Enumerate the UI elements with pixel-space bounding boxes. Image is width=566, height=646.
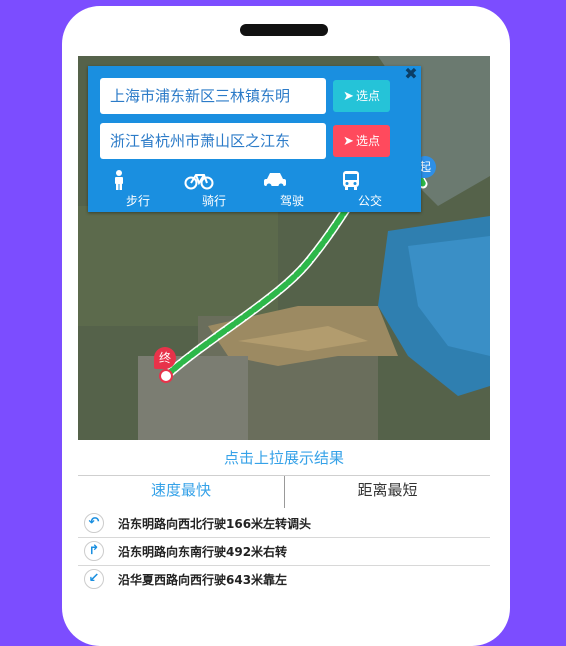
close-icon[interactable]: ✖ [403,66,419,82]
mode-bike-label: 骑行 [201,194,226,208]
list-item[interactable]: ↱ 沿东明路向东南行驶492米右转 [78,538,490,566]
route-steps: ↶ 沿东明路向西北行驶166米左转调头 ↱ 沿东明路向东南行驶492米右转 ↙ … [78,510,490,593]
location-arrow-icon: ➤ [343,134,354,149]
pick-end-label: 选点 [355,134,380,148]
start-address-field[interactable]: 上海市浦东新区三林镇东明 [100,78,326,114]
bus-icon [340,169,400,191]
list-item[interactable]: ↶ 沿东明路向西北行驶166米左转调头 [78,510,490,538]
route-tabs: 速度最快 距离最短 [78,476,490,508]
step-text: 沿东明路向东南行驶492米右转 [118,545,288,559]
list-item[interactable]: ↙ 沿华夏西路向西行驶643米靠左 [78,566,490,593]
step-text: 沿华夏西路向西行驶643米靠左 [118,573,288,587]
pick-end-button[interactable]: ➤ 选点 [333,125,390,157]
turn-right-icon: ↱ [84,541,104,561]
mode-bus[interactable]: 公交 [340,169,400,209]
tab-shortest[interactable]: 距离最短 [284,476,490,508]
mode-walk-label: 步行 [125,194,150,208]
walk-icon [108,169,168,191]
location-arrow-icon: ➤ [343,89,354,104]
end-marker[interactable]: 终 [154,347,176,369]
route-panel: ✖ 上海市浦东新区三林镇东明 ➤ 选点 浙江省杭州市萧山区之江东 ➤ 选点 步行… [88,66,421,212]
tab-fastest[interactable]: 速度最快 [78,476,284,508]
phone-speaker [240,24,328,36]
mode-drive-label: 驾驶 [279,194,304,208]
step-text: 沿东明路向西北行驶166米左转调头 [118,517,312,531]
bicycle-icon [184,169,244,191]
pull-up-hint[interactable]: 点击上拉展示结果 [78,440,490,476]
mode-walk[interactable]: 步行 [108,169,168,209]
car-icon [262,169,322,191]
pick-start-button[interactable]: ➤ 选点 [333,80,390,112]
app-screen: 起 终 ✖ 上海市浦东新区三林镇东明 ➤ 选点 浙江省杭州市萧山区之江东 ➤ 选点 [78,56,490,593]
u-turn-icon: ↶ [84,513,104,533]
mode-bike[interactable]: 骑行 [184,169,244,209]
mode-bus-label: 公交 [357,194,382,208]
pick-start-label: 选点 [355,89,380,103]
mode-drive[interactable]: 驾驶 [262,169,322,209]
bear-left-icon: ↙ [84,569,104,589]
end-address-field[interactable]: 浙江省杭州市萧山区之江东 [100,123,326,159]
satellite-map[interactable]: 起 终 ✖ 上海市浦东新区三林镇东明 ➤ 选点 浙江省杭州市萧山区之江东 ➤ 选点 [78,56,490,440]
